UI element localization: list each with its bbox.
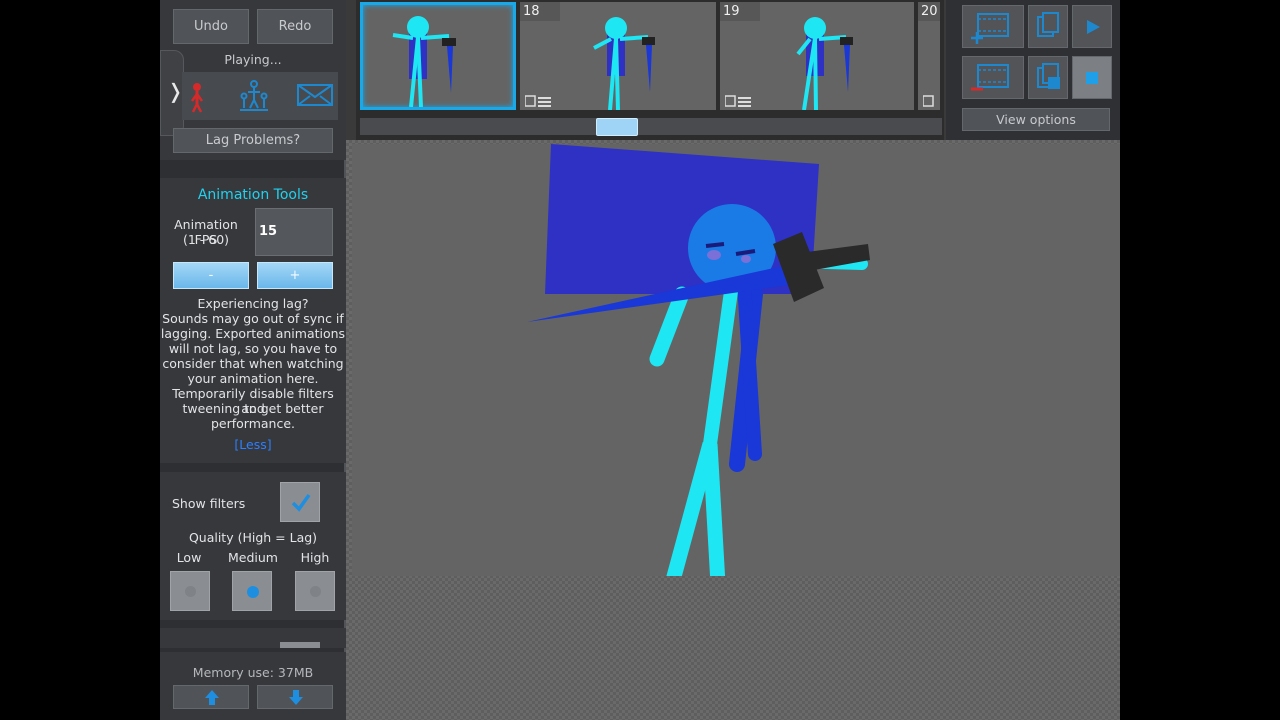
scrollbar-thumb[interactable]	[596, 118, 638, 136]
lag-info-line: tweening to get better	[182, 401, 324, 416]
frame-number: 20	[918, 2, 940, 21]
filters-section: Show filters Quality (High = Lag) Low Me…	[160, 472, 346, 620]
quality-low-label: Low	[176, 550, 202, 565]
lag-info-line: Experiencing lag?	[197, 296, 309, 311]
undo-button[interactable]: Undo	[173, 9, 249, 44]
play-button[interactable]	[1072, 5, 1112, 48]
fps-label-line2: (1 - 60)	[182, 232, 230, 247]
radio-selected-icon	[247, 586, 259, 598]
lag-info-line: consider that when watching	[162, 356, 344, 371]
mode-icons	[190, 80, 333, 113]
envelope-icon[interactable]	[297, 84, 333, 106]
stop-button[interactable]	[1072, 56, 1112, 99]
frame-options-icon[interactable]	[525, 94, 551, 107]
copy-icon	[1037, 12, 1059, 37]
right-tool-panel: View options	[946, 0, 1120, 140]
memory-footer: Memory use: 37MB	[160, 652, 346, 720]
quality-medium-radio[interactable]	[232, 571, 272, 611]
quality-medium-label: Medium	[228, 550, 278, 565]
memory-usage: Memory use: 37MB	[192, 665, 314, 680]
animation-tools-section: Animation Tools Animation FPS (1 - 60) 1…	[160, 178, 346, 463]
mode-tray	[182, 72, 338, 120]
fps-input[interactable]: 15	[255, 208, 333, 256]
frame-figure-icon	[392, 16, 456, 107]
delete-frame-button[interactable]	[962, 56, 1024, 99]
group-figures-icon[interactable]	[240, 80, 268, 111]
frame-thumbnail[interactable]: 20	[918, 2, 940, 110]
timeline-scrollbar[interactable]	[360, 118, 942, 136]
quality-high-label: High	[300, 550, 330, 565]
lag-info-line: Sounds may go out of sync if	[162, 311, 344, 326]
frame-options-icon[interactable]	[923, 94, 940, 107]
animation-tools-title: Animation Tools	[197, 187, 309, 203]
fps-increase-button[interactable]: +	[257, 262, 333, 289]
collapsed-section	[160, 628, 346, 648]
less-link[interactable]: [Less]	[160, 437, 346, 452]
quality-label: Quality (High = Lag)	[188, 530, 318, 545]
frame-number: 19	[720, 2, 760, 21]
show-filters-label: Show filters	[172, 496, 246, 511]
paste-frame-button[interactable]	[1028, 56, 1068, 99]
lag-info-line: performance.	[210, 416, 296, 431]
view-options-button[interactable]: View options	[962, 108, 1110, 131]
figure-red-icon[interactable]	[190, 83, 204, 113]
sidebar: Undo Redo Playing... ❭ Lag Problems? Ani…	[160, 0, 346, 720]
move-down-button[interactable]	[257, 685, 333, 709]
stick-figure-scene	[527, 144, 870, 576]
quality-high-radio[interactable]	[295, 571, 335, 611]
frame-thumbnail[interactable]: 19	[720, 2, 914, 110]
frame-options-icon[interactable]	[725, 94, 751, 107]
radio-dot-icon	[310, 586, 321, 597]
add-frame-icon	[971, 13, 1009, 44]
copy-frame-button[interactable]	[1028, 5, 1068, 48]
paste-icon	[1037, 63, 1060, 89]
delete-frame-icon	[971, 64, 1009, 91]
add-frame-button[interactable]	[962, 5, 1024, 48]
fps-decrease-button[interactable]: -	[173, 262, 249, 289]
frame-thumbnail-selected[interactable]	[360, 2, 516, 110]
playback-section: Undo Redo Playing... ❭ Lag Problems?	[160, 0, 346, 160]
lag-problems-button[interactable]: Lag Problems?	[173, 128, 333, 153]
radio-dot-icon	[185, 586, 196, 597]
checkmark-icon	[291, 493, 311, 512]
frame-thumbnail[interactable]: 18	[520, 2, 716, 110]
lag-info-line: your animation here.	[187, 371, 319, 386]
move-up-button[interactable]	[173, 685, 249, 709]
arrow-down-icon	[289, 690, 303, 705]
expand-panel-tab[interactable]: ❭	[160, 50, 184, 136]
playback-status: Playing...	[224, 52, 282, 67]
lag-info-line: will not lag, so you have to	[168, 341, 338, 356]
redo-button[interactable]: Redo	[257, 9, 333, 44]
stop-icon	[1086, 72, 1098, 84]
app-window: Undo Redo Playing... ❭ Lag Problems? Ani…	[160, 0, 1120, 720]
play-icon	[1087, 20, 1100, 34]
lag-info-line: lagging. Exported animations	[160, 326, 346, 341]
animation-canvas[interactable]	[352, 144, 1120, 576]
frame-number: 18	[520, 2, 560, 21]
show-filters-checkbox[interactable]	[280, 482, 320, 522]
arrow-up-icon	[205, 690, 219, 705]
partial-checkbox[interactable]	[280, 642, 320, 648]
quality-low-radio[interactable]	[170, 571, 210, 611]
